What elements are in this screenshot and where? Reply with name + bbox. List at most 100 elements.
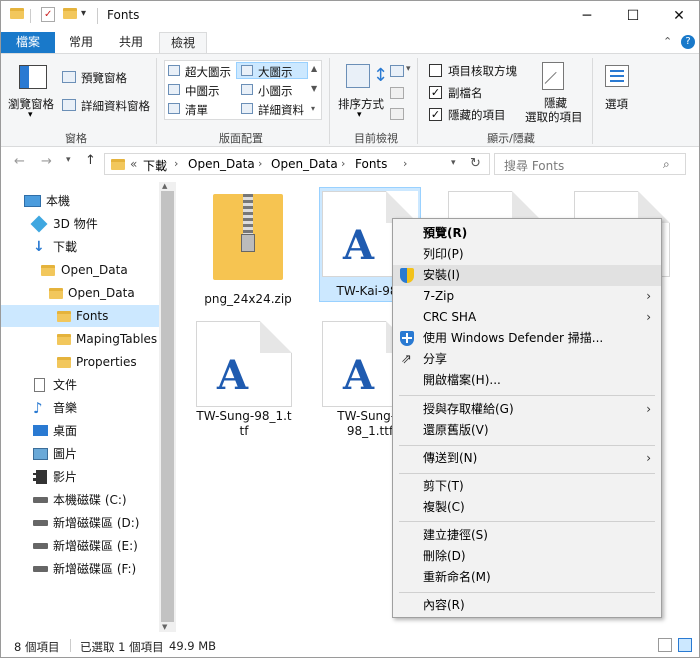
file-extensions-checkbox[interactable]: ✓ <box>429 86 442 99</box>
ribbon: 瀏覽窗格 ▾ 預覽窗格 詳細資料窗格 窗格 超大圖示 大圖示 中圖示 小圖示 清… <box>1 53 699 147</box>
menu-label: 還原舊版(V) <box>423 423 489 437</box>
group-by-icon[interactable] <box>390 65 404 77</box>
group-label-show-hide: 顯示/隱藏 <box>487 132 535 145</box>
menu-item-rename[interactable]: 重新命名(M) <box>393 567 661 588</box>
shield-icon <box>400 268 414 283</box>
extra-large-icons-icon <box>168 65 180 76</box>
scroll-down-icon[interactable]: ▼ <box>311 84 317 93</box>
menu-label: 剪下(T) <box>423 479 464 493</box>
properties-icon[interactable]: ✓ <box>41 7 55 22</box>
layout-small-icons[interactable]: 小圖示 <box>258 83 293 99</box>
chevron-right-icon[interactable]: › <box>341 157 345 170</box>
sort-by-icon: ↕ <box>346 64 388 88</box>
menu-item-grant-access[interactable]: 授與存取權給(G) › <box>393 399 661 420</box>
up-icon[interactable]: ↑ <box>85 153 96 168</box>
item-checkboxes-checkbox[interactable] <box>429 64 442 77</box>
recent-locations-icon[interactable]: ▾ <box>66 155 71 165</box>
details-pane-button[interactable]: 詳細資料窗格 <box>81 98 150 114</box>
divider <box>417 58 418 144</box>
breadcrumb-fonts[interactable]: Fonts <box>355 157 387 171</box>
options-button[interactable]: 選項 <box>605 96 628 112</box>
chevron-up-icon[interactable]: ⌃ <box>663 35 672 48</box>
chevron-right-icon[interactable]: › <box>174 157 178 170</box>
menu-item-print[interactable]: 列印(P) <box>393 244 661 265</box>
nav-scrollbar-thumb[interactable] <box>161 191 174 622</box>
breadcrumb-downloads[interactable]: 下載 <box>143 157 167 174</box>
menu-item-defender-scan[interactable]: 使用 Windows Defender 掃描... <box>393 328 661 349</box>
minimize-button[interactable]: ─ <box>564 1 610 31</box>
menu-item-create-shortcut[interactable]: 建立捷徑(S) <box>393 525 661 546</box>
chevron-right-icon[interactable]: › <box>258 157 262 170</box>
scroll-up-icon[interactable]: ▲ <box>162 182 167 190</box>
large-icons-view-icon[interactable] <box>678 638 692 652</box>
overflow-icon[interactable]: « <box>130 157 137 171</box>
menu-item-send-to[interactable]: 傳送到(N) › <box>393 448 661 469</box>
menu-separator <box>399 521 655 522</box>
item-count: 8 個項目 <box>14 640 60 654</box>
chevron-right-icon[interactable]: › <box>403 157 407 170</box>
address-history-icon[interactable]: ▾ <box>451 158 456 168</box>
menu-item-preview[interactable]: 預覽(R) <box>393 223 661 244</box>
menu-label: 安裝(I) <box>423 268 460 282</box>
layout-details[interactable]: 詳細資料 <box>258 102 304 118</box>
menu-item-crc-sha[interactable]: CRC SHA › <box>393 307 661 328</box>
close-icon: ✕ <box>673 8 685 24</box>
address-bar[interactable]: « 下載 › Open_Data › Open_Data › Fonts › ▾… <box>104 153 490 175</box>
menu-item-copy[interactable]: 複製(C) <box>393 497 661 518</box>
hide-selected-line2[interactable]: 選取的項目 <box>525 109 583 125</box>
menu-item-7zip[interactable]: 7-Zip › <box>393 286 661 307</box>
ribbon-tabs: 檔案 常用 共用 檢視 ⌃ ? <box>1 32 699 54</box>
item-checkboxes-label: 項目核取方塊 <box>448 64 517 78</box>
selected-count: 已選取 1 個項目 <box>80 640 164 654</box>
scroll-up-icon[interactable]: ▲ <box>311 64 317 73</box>
back-icon[interactable]: ← <box>14 154 25 169</box>
new-folder-icon[interactable] <box>63 8 77 19</box>
layout-extra-large-icons[interactable]: 超大圖示 <box>185 64 231 80</box>
menu-item-open-with[interactable]: 開啟檔案(H)... <box>393 370 661 391</box>
nav-label: 下載 <box>53 240 78 254</box>
search-input[interactable]: 搜尋 Fonts <box>504 157 564 174</box>
group-label-layout: 版面配置 <box>219 132 263 145</box>
menu-item-install[interactable]: 安裝(I) <box>393 265 661 286</box>
breadcrumb-open-data-1[interactable]: Open_Data <box>188 157 255 171</box>
layout-list[interactable]: 清單 <box>185 102 208 118</box>
menu-label: 傳送到(N) <box>423 451 478 465</box>
menu-item-delete[interactable]: 刪除(D) <box>393 546 661 567</box>
drive-icon <box>33 520 48 526</box>
menu-label: CRC SHA <box>423 310 477 324</box>
help-icon[interactable]: ? <box>681 35 695 49</box>
menu-item-cut[interactable]: 剪下(T) <box>393 476 661 497</box>
maximize-button[interactable]: ☐ <box>610 1 656 31</box>
status-bar: 8 個項目 已選取 1 個項目 49.9 MB <box>1 633 699 657</box>
tab-file[interactable]: 檔案 <box>1 32 55 53</box>
menu-item-restore-versions[interactable]: 還原舊版(V) <box>393 420 661 441</box>
options-icon <box>605 65 629 87</box>
menu-item-properties[interactable]: 內容(R) <box>393 595 661 616</box>
file-item-tw-sung[interactable]: A TW-Sung-98_1.t tf <box>189 321 299 439</box>
expand-gallery-icon[interactable]: ▾ <box>311 104 315 113</box>
drive-icon <box>33 497 48 503</box>
chevron-right-icon: › <box>646 289 651 303</box>
hidden-items-checkbox[interactable]: ✓ <box>429 108 442 121</box>
customize-quick-access-icon[interactable]: ▾ <box>81 8 86 19</box>
menu-item-share[interactable]: ⇗ 分享 <box>393 349 661 370</box>
nav-item-fonts[interactable]: Fonts <box>1 305 159 327</box>
layout-large-icons[interactable]: 大圖示 <box>258 64 293 80</box>
tab-share[interactable]: 共用 <box>107 32 155 53</box>
search-box[interactable]: 搜尋 Fonts ⌕ <box>494 153 686 175</box>
breadcrumb-open-data-2[interactable]: Open_Data <box>271 157 338 171</box>
nav-label: Open_Data <box>61 263 128 277</box>
close-button[interactable]: ✕ <box>656 1 699 31</box>
tab-home[interactable]: 常用 <box>57 32 105 53</box>
search-icon[interactable]: ⌕ <box>663 157 670 172</box>
folder-icon <box>111 159 125 170</box>
tab-view[interactable]: 檢視 <box>159 32 207 54</box>
scroll-down-icon[interactable]: ▼ <box>162 623 167 631</box>
layout-medium-icons[interactable]: 中圖示 <box>185 83 220 99</box>
preview-pane-button[interactable]: 預覽窗格 <box>81 70 127 86</box>
refresh-icon[interactable]: ↻ <box>470 156 481 171</box>
hidden-items-label: 隱藏的項目 <box>448 108 506 122</box>
folder-icon <box>10 8 24 19</box>
details-view-icon[interactable] <box>658 638 672 652</box>
forward-icon[interactable]: → <box>41 154 52 169</box>
